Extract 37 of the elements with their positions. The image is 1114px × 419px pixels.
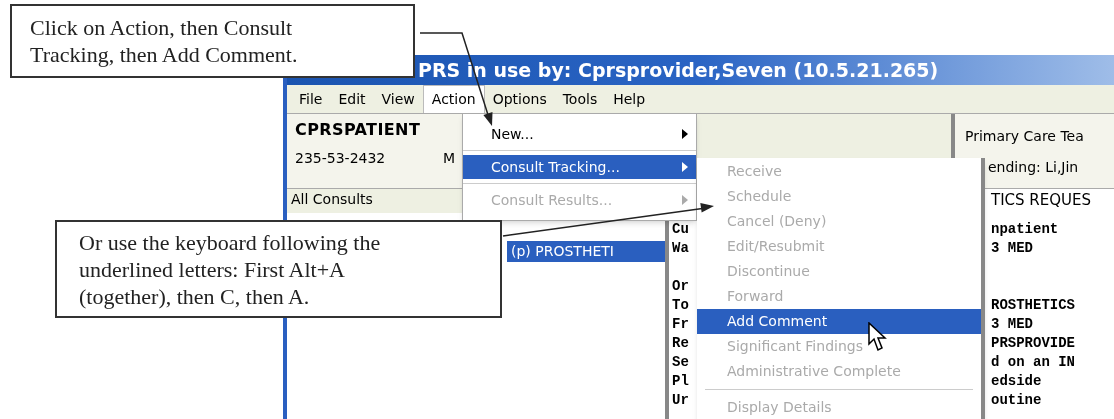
report-text: Fr (672, 316, 689, 332)
report-text: Or (672, 278, 689, 294)
report-text: Pl (672, 373, 689, 389)
tree-item[interactable]: (p) PROSTHETI (507, 241, 665, 262)
callout-text: Or use the keyboard following the underlined letters: First Alt+A (together), then C, then A. (79, 228, 382, 310)
patient-ssn: 235-53-2432 (295, 149, 386, 168)
patient-field: M (442, 148, 455, 169)
menu-item[interactable]: Edit (330, 85, 374, 113)
attending-text: ending: Li,Jin (987, 158, 1080, 177)
report-text: Wa (672, 240, 689, 256)
report-heading: TICS REQUES (991, 190, 1092, 211)
report-text: npatient (991, 220, 1059, 238)
report-text: outine (991, 391, 1042, 409)
report-text: 3 MED (991, 239, 1033, 257)
menu-item[interactable]: Tools (554, 85, 606, 113)
report-text: Cu (672, 221, 689, 237)
menu-item[interactable]: New... (463, 122, 696, 146)
report-text: 3 MED (991, 315, 1033, 333)
menu-item[interactable]: View (373, 85, 423, 113)
mouse-pointer-icon (868, 322, 888, 352)
menu-item[interactable]: Consult Tracking... (463, 155, 696, 179)
report-text: To (672, 297, 689, 313)
callout-text: Click on Action, then Consult Tracking, then Add Comment. (30, 14, 299, 68)
report-text: Re (672, 335, 689, 351)
report-text: edside (991, 372, 1042, 390)
menu-item[interactable]: Add Comment (697, 309, 981, 334)
report-text: d on an IN (991, 353, 1075, 371)
report-text: PRSPROVIDE (991, 334, 1075, 352)
report-text: Ur (672, 392, 689, 408)
patient-name: CPRSPATIENT (295, 119, 422, 141)
report-text: Se (672, 354, 689, 370)
menu-item[interactable]: Help (605, 85, 654, 113)
menu-item[interactable]: Options (484, 85, 555, 113)
menu-item[interactable]: File (291, 85, 331, 113)
team-text: Primary Care Tea (965, 127, 1085, 146)
report-text: ROSTHETICS (991, 296, 1075, 314)
menu-item[interactable]: Action (422, 85, 485, 113)
